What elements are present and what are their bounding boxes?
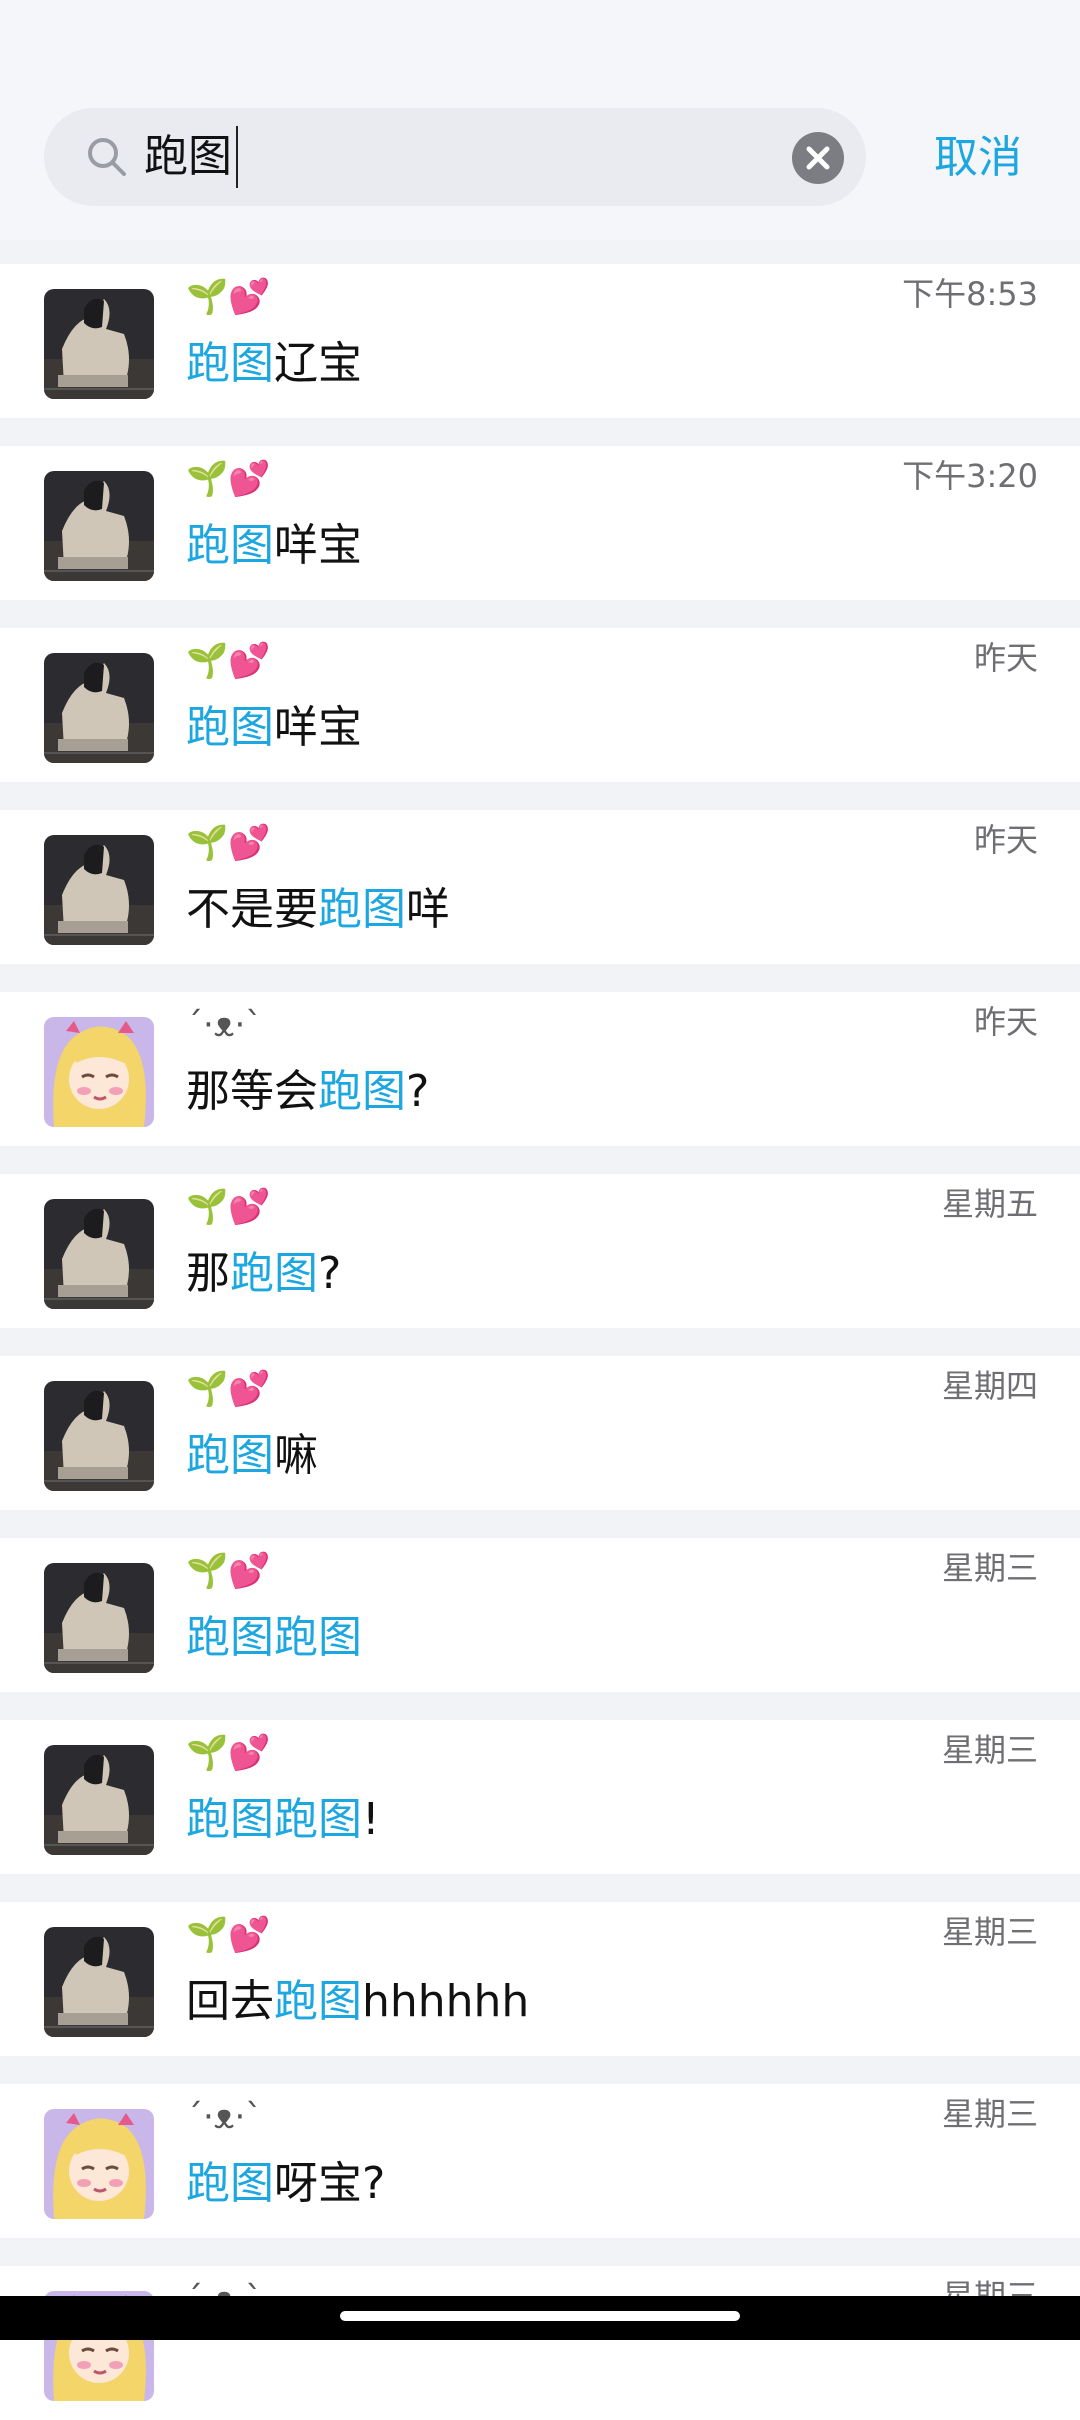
highlight-keyword: 跑图 — [186, 338, 274, 389]
avatar-photo[interactable] — [44, 1381, 154, 1491]
search-result-row[interactable]: 🌱💕 星期三跑图跑图! — [0, 1720, 1080, 1874]
search-input[interactable]: 跑图 — [44, 108, 866, 206]
search-query[interactable]: 跑图 — [144, 126, 238, 188]
message-snippet: 不是要跑图咩 — [186, 880, 450, 940]
highlight-keyword: 跑图 — [186, 702, 274, 753]
snippet-text: 咩 — [406, 884, 450, 935]
sender-name: 🌱💕 — [186, 1187, 271, 1227]
search-result-row[interactable]: ´·ᴥ·`星期三 — [0, 2266, 1080, 2420]
snippet-text: hhhhhh — [362, 1976, 530, 2027]
avatar-photo[interactable] — [44, 835, 154, 945]
sender-name: 🌱💕 — [186, 277, 271, 317]
avatar-photo[interactable] — [44, 289, 154, 399]
message-snippet: 那跑图? — [186, 1244, 341, 1304]
highlight-keyword: 跑图跑图 — [186, 1794, 362, 1845]
message-snippet: 跑图跑图! — [186, 1790, 380, 1850]
avatar-cartoon[interactable] — [44, 1017, 154, 1127]
message-snippet: 回去跑图hhhhhh — [186, 1972, 529, 2032]
sender-name: ´·ᴥ·` — [186, 1005, 263, 1045]
snippet-text: ? — [318, 1248, 342, 1299]
search-result-row[interactable]: ´·ᴥ·` 星期三跑图呀宝? — [0, 2084, 1080, 2238]
home-indicator-bar — [0, 2296, 1080, 2340]
snippet-text: 那 — [186, 1248, 230, 1299]
search-result-row[interactable]: 🌱💕 下午8:53 跑图辽宝 — [0, 264, 1080, 418]
snippet-text: 呀宝? — [274, 2158, 386, 2209]
message-time: 星期三 — [941, 1549, 1038, 1587]
message-snippet: 跑图咩宝 — [186, 516, 362, 576]
cancel-button[interactable]: 取消 — [934, 128, 1022, 188]
snippet-text: ! — [362, 1794, 380, 1845]
home-indicator[interactable] — [340, 2311, 740, 2321]
search-result-row[interactable]: 🌱💕 星期三跑图跑图 — [0, 1538, 1080, 1692]
sender-name: 🌱💕 — [186, 823, 271, 863]
search-icon — [88, 138, 126, 176]
message-snippet: 跑图跑图 — [186, 1608, 362, 1668]
close-icon — [806, 146, 830, 170]
highlight-keyword: 跑图 — [186, 1430, 274, 1481]
sender-name: 🌱💕 — [186, 1369, 271, 1409]
search-result-row[interactable]: 🌱💕 星期四跑图嘛 — [0, 1356, 1080, 1510]
message-time: 星期三 — [941, 2095, 1038, 2133]
message-time: 昨天 — [973, 1003, 1038, 1041]
highlight-keyword: 跑图 — [230, 1248, 318, 1299]
message-time: 星期四 — [941, 1367, 1038, 1405]
avatar-photo[interactable] — [44, 1563, 154, 1673]
search-result-row[interactable]: ´·ᴥ·` 昨天那等会跑图? — [0, 992, 1080, 1146]
search-result-row[interactable]: 🌱💕 下午3:20 跑图咩宝 — [0, 446, 1080, 600]
sender-name: 🌱💕 — [186, 1733, 271, 1773]
clear-search-button[interactable] — [792, 132, 844, 184]
message-snippet: 跑图咩宝 — [186, 698, 362, 758]
sender-name: 🌱💕 — [186, 459, 271, 499]
message-time: 星期五 — [941, 1185, 1038, 1223]
sender-name: ´·ᴥ·` — [186, 2097, 263, 2137]
search-result-row[interactable]: 🌱💕 星期三回去跑图hhhhhh — [0, 1902, 1080, 2056]
avatar-photo[interactable] — [44, 1745, 154, 1855]
message-snippet: 跑图呀宝? — [186, 2154, 385, 2214]
snippet-text: 不是要 — [186, 884, 318, 935]
sender-name: 🌱💕 — [186, 1551, 271, 1591]
search-header: 跑图 取消 — [0, 0, 1080, 240]
snippet-text: 咩宝 — [274, 702, 362, 753]
snippet-text: 那等会 — [186, 1066, 318, 1117]
search-result-row[interactable]: 🌱💕 昨天不是要跑图咩 — [0, 810, 1080, 964]
message-time: 下午8:53 — [902, 275, 1038, 313]
sender-name: 🌱💕 — [186, 1915, 271, 1955]
search-result-row[interactable]: 🌱💕 昨天跑图咩宝 — [0, 628, 1080, 782]
message-snippet: 跑图辽宝 — [186, 334, 362, 394]
snippet-text: 咩宝 — [274, 520, 362, 571]
highlight-keyword: 跑图 — [274, 1976, 362, 2027]
highlight-keyword: 跑图 — [318, 1066, 406, 1117]
highlight-keyword: 跑图 — [186, 520, 274, 571]
highlight-keyword: 跑图跑图 — [186, 1612, 362, 1663]
avatar-photo[interactable] — [44, 1199, 154, 1309]
avatar-photo[interactable] — [44, 471, 154, 581]
highlight-keyword: 跑图 — [318, 884, 406, 935]
message-time: 昨天 — [973, 821, 1038, 859]
message-time: 星期三 — [941, 1913, 1038, 1951]
search-result-row[interactable]: 🌱💕 星期五那跑图? — [0, 1174, 1080, 1328]
snippet-text: ? — [406, 1066, 430, 1117]
snippet-text: 辽宝 — [274, 338, 362, 389]
snippet-text: 嘛 — [274, 1430, 318, 1481]
message-snippet: 跑图嘛 — [186, 1426, 318, 1486]
message-snippet: 那等会跑图? — [186, 1062, 429, 1122]
avatar-photo[interactable] — [44, 653, 154, 763]
message-time: 昨天 — [973, 639, 1038, 677]
avatar-photo[interactable] — [44, 1927, 154, 2037]
snippet-text: 回去 — [186, 1976, 274, 2027]
highlight-keyword: 跑图 — [186, 2158, 274, 2209]
sender-name: 🌱💕 — [186, 641, 271, 681]
avatar-cartoon[interactable] — [44, 2109, 154, 2219]
message-time: 下午3:20 — [902, 457, 1038, 495]
message-time: 星期三 — [941, 1731, 1038, 1769]
